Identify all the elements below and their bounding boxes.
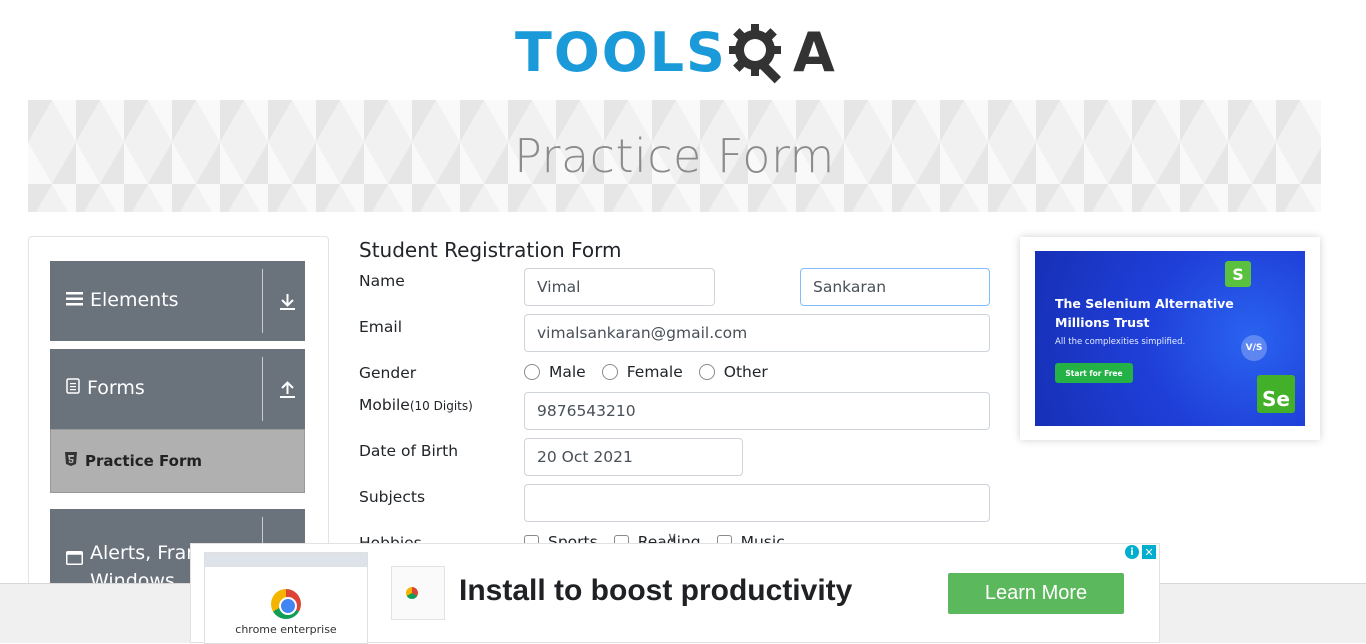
ad-right-headline: The Selenium Alternative Millions Trust xyxy=(1055,294,1234,332)
learn-more-button[interactable]: Learn More xyxy=(948,573,1124,614)
ad-mini-screenshot xyxy=(391,566,445,620)
dob-label: Date of Birth xyxy=(359,442,459,460)
mobile-label: Mobile(10 Digits) xyxy=(359,396,473,414)
divider xyxy=(262,357,263,421)
first-name-input[interactable]: Vimal xyxy=(524,268,715,306)
page-title: Practice Form xyxy=(514,129,835,183)
chrome-mini-icon xyxy=(406,587,418,599)
sidebar-group-label-wrap: Elements xyxy=(66,289,179,311)
logo-text-tools: TOOLS xyxy=(515,21,727,84)
collapse-chevron-icon[interactable]: ∨ xyxy=(667,530,677,546)
sidebar-group-forms[interactable]: Forms xyxy=(50,349,305,429)
ad-right[interactable]: S The Selenium Alternative Millions Trus… xyxy=(1020,237,1320,440)
radio-circle[interactable] xyxy=(698,364,715,380)
ad-close-icon[interactable]: ✕ xyxy=(1142,545,1156,559)
mobile-input[interactable]: 9876543210 xyxy=(524,392,990,430)
window-icon xyxy=(66,545,83,573)
sidebar-item-label: Practice Form xyxy=(85,452,202,470)
subjects-label: Subjects xyxy=(359,488,426,506)
browser-bar xyxy=(205,553,367,567)
sidebar-group-label: Forms xyxy=(87,377,145,399)
name-label: Name xyxy=(359,272,405,290)
email-label: Email xyxy=(359,318,403,336)
hamburger-icon xyxy=(66,289,83,311)
html5-icon xyxy=(65,452,77,470)
ad-thumbnail: chrome enterprise xyxy=(204,552,368,644)
divider xyxy=(262,269,263,333)
download-arrow-icon[interactable] xyxy=(279,293,296,316)
sidebar-group-label: Elements xyxy=(90,289,179,311)
mobile-label-hint: (10 Digits) xyxy=(409,399,473,413)
ad-title: Install to boost productivity xyxy=(459,574,853,607)
last-name-input[interactable]: Sankaran xyxy=(800,268,990,306)
sidebar-group-elements[interactable]: Elements xyxy=(50,261,305,341)
toolsqa-logo[interactable]: TOOLS A xyxy=(515,14,835,92)
ad-right-headline-line2: Millions Trust xyxy=(1055,315,1150,330)
logo-text-a: A xyxy=(792,21,835,84)
mobile-label-text: Mobile xyxy=(359,396,410,414)
upload-arrow-icon[interactable] xyxy=(279,381,296,404)
start-for-free-button[interactable]: Start for Free xyxy=(1055,363,1133,383)
gender-radio-other[interactable]: Other xyxy=(698,363,768,381)
ad-right-subtext: All the complexities simplified. xyxy=(1055,337,1186,347)
gender-label: Gender xyxy=(359,364,417,382)
radio-label[interactable]: Other xyxy=(724,363,768,381)
form-title: Student Registration Form xyxy=(359,238,622,262)
ad-right-headline-line1: The Selenium Alternative xyxy=(1055,296,1234,311)
radio-circle[interactable] xyxy=(524,364,540,380)
gender-radio-group: Male Female Other xyxy=(524,363,784,381)
radio-label[interactable]: Male xyxy=(549,363,586,381)
gender-radio-female[interactable]: Female xyxy=(601,363,683,381)
bottom-ad[interactable]: ∨ chrome enterprise Install to boost pro… xyxy=(190,530,1160,644)
ad-thumbnail-caption: chrome enterprise xyxy=(235,623,337,636)
email-input[interactable]: vimalsankaran@gmail.com xyxy=(524,314,990,352)
dob-input[interactable]: 20 Oct 2021 xyxy=(524,438,743,476)
ad-right-creative[interactable]: S The Selenium Alternative Millions Trus… xyxy=(1035,251,1305,426)
ad-info-icon[interactable]: i xyxy=(1125,545,1139,559)
gear-magnifier-icon xyxy=(727,22,789,84)
radio-label[interactable]: Female xyxy=(627,363,683,381)
sidebar: Elements Forms Practice Form Alerts, Fra… xyxy=(28,236,329,596)
page-banner: Practice Form xyxy=(28,100,1321,212)
document-icon xyxy=(66,377,80,399)
versus-badge: V/S xyxy=(1241,335,1267,361)
radio-circle[interactable] xyxy=(601,364,618,380)
sidebar-group-label-line1: Alerts, Fram xyxy=(90,542,205,564)
selenium-logo-icon: Se xyxy=(1257,375,1295,413)
gender-radio-male[interactable]: Male xyxy=(524,363,586,381)
chrome-logo-icon xyxy=(271,589,301,619)
subjects-input[interactable] xyxy=(524,484,990,522)
sidebar-item-practice-form[interactable]: Practice Form xyxy=(50,429,305,493)
sidebar-group-label-wrap: Forms xyxy=(66,377,145,399)
s-logo-icon: S xyxy=(1225,261,1251,287)
